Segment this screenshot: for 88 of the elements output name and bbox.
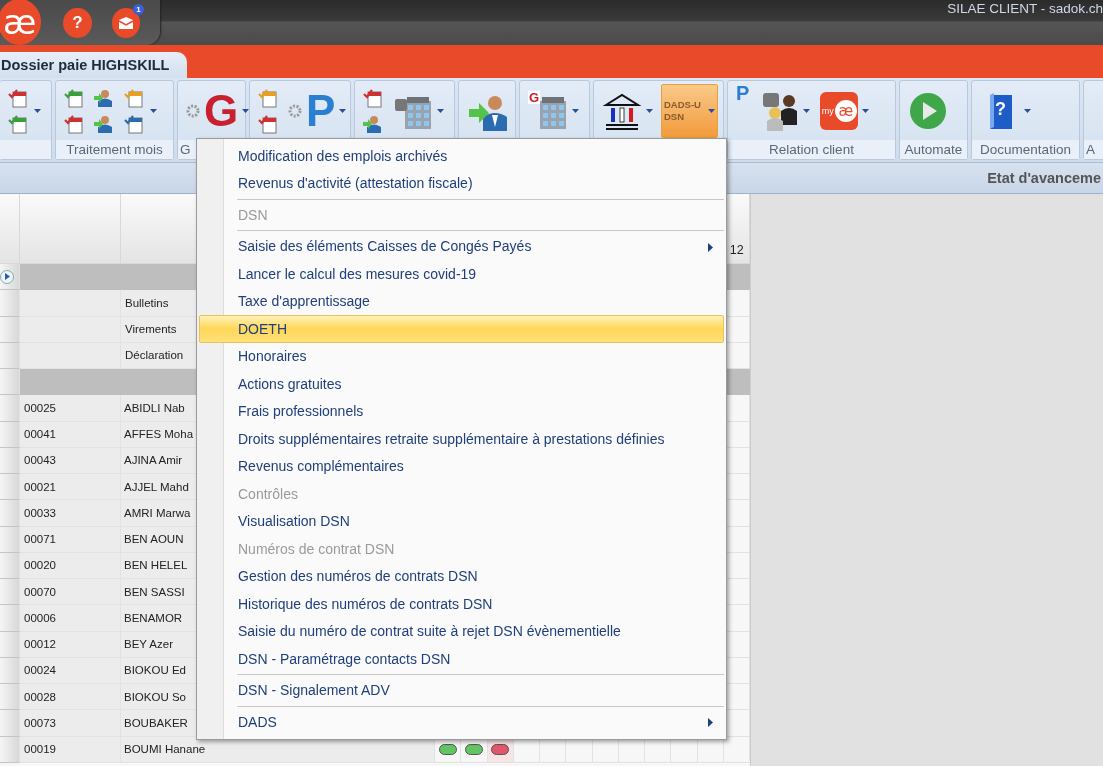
employee-code: 00033 xyxy=(20,500,121,527)
ribbon-button[interactable]: G xyxy=(184,86,252,135)
row-header-cell[interactable] xyxy=(0,290,20,317)
employee-code: 00019 xyxy=(20,736,121,763)
group-label-bar xyxy=(0,140,51,159)
row-header-cell[interactable] xyxy=(0,579,20,606)
ribbon-tool-button[interactable] xyxy=(64,87,84,108)
employee-code: 00012 xyxy=(20,631,121,658)
employee-code: 00043 xyxy=(20,447,121,474)
document-icon xyxy=(124,113,144,134)
group-label: Automate xyxy=(900,140,967,159)
ribbon-letter: G xyxy=(204,88,239,133)
row-header-cell[interactable] xyxy=(0,710,20,737)
group-label: Relation client xyxy=(728,140,895,159)
employee-code: 00025 xyxy=(20,395,121,422)
ribbon-tool-button[interactable] xyxy=(94,87,114,108)
employee-code: 00073 xyxy=(20,710,121,737)
notification-badge: 1 xyxy=(133,3,144,15)
ribbon-tool-button[interactable] xyxy=(64,113,84,134)
ribbon-letter: G xyxy=(528,90,541,104)
ribbon-button[interactable]: G xyxy=(526,88,581,133)
menu-item[interactable]: Lancer le calcul des mesures covid-19 xyxy=(199,260,724,288)
group-label: Documentation xyxy=(972,140,1079,159)
menu-item[interactable]: Actions gratuites xyxy=(199,370,724,398)
employee-code: 00006 xyxy=(20,605,121,632)
expand-arrow-icon xyxy=(4,273,10,281)
row-header-cell[interactable] xyxy=(0,316,20,343)
document-icon xyxy=(258,113,278,134)
question-mark: ? xyxy=(995,98,1006,120)
row-header-cell[interactable] xyxy=(0,631,20,658)
ribbon-tool-button[interactable] xyxy=(94,113,114,134)
row-header-cell[interactable] xyxy=(0,342,20,369)
employee-code: 00028 xyxy=(20,684,121,711)
menu-item[interactable]: Revenus d'activité (attestation fiscale) xyxy=(199,169,724,197)
window-title: SILAE CLIENT - sadok.ch xyxy=(947,0,1103,18)
document-tab[interactable]: Dossier paie HIGHSKILL xyxy=(0,52,188,78)
person-icon xyxy=(363,113,383,134)
row-header-cell[interactable] xyxy=(0,605,20,632)
person-icon xyxy=(94,87,114,108)
help-button[interactable]: ? xyxy=(63,7,92,38)
employee-code: 00041 xyxy=(20,421,121,448)
document-icon xyxy=(363,87,383,108)
employee-code: 00021 xyxy=(20,474,121,501)
menu-item[interactable]: Saisie des éléments Caisses de Congés Payés xyxy=(199,232,724,260)
app-logo[interactable]: æ xyxy=(0,0,42,45)
document-icon xyxy=(8,113,28,134)
row-header-cell[interactable] xyxy=(0,447,20,474)
employee-code: 00024 xyxy=(20,657,121,684)
row-header-cell[interactable] xyxy=(0,736,20,763)
panel-title: Etat d'avanceme xyxy=(987,170,1101,186)
row-header-cell[interactable] xyxy=(0,552,20,579)
menu-item[interactable]: DOETH xyxy=(199,315,724,343)
employee-code: 00020 xyxy=(20,552,121,579)
row-header-cell[interactable] xyxy=(0,264,20,291)
employee-code: 00070 xyxy=(20,579,121,606)
gear-icon xyxy=(186,103,200,118)
employee-code: 00071 xyxy=(20,526,121,553)
ribbon-letter: P xyxy=(306,88,336,133)
document-icon xyxy=(258,87,278,108)
ribbon-tool-button[interactable] xyxy=(363,113,383,134)
ribbon-button[interactable]: ? xyxy=(978,88,1033,133)
document-icon xyxy=(64,113,84,134)
document-icon xyxy=(64,87,84,108)
document-icon xyxy=(124,87,144,108)
group-label: A xyxy=(1084,140,1103,159)
document-icon xyxy=(8,87,28,108)
ribbon-tool-button[interactable] xyxy=(363,87,383,108)
envelope-icon xyxy=(117,15,134,30)
row-header-cell[interactable] xyxy=(0,395,20,422)
ribbon-tool-button[interactable] xyxy=(124,113,144,134)
row-header-cell[interactable] xyxy=(0,684,20,711)
menu-section-label: DSN xyxy=(237,205,269,225)
row-header-cell[interactable] xyxy=(0,474,20,501)
ribbon-tool-button[interactable] xyxy=(258,113,278,134)
row-header-cell[interactable] xyxy=(0,526,20,553)
row-header-cell[interactable] xyxy=(0,194,20,264)
ribbon-tool-button[interactable] xyxy=(8,87,28,108)
gear-icon xyxy=(288,103,302,118)
row-header-cell[interactable] xyxy=(0,657,20,684)
expand-button[interactable] xyxy=(0,269,14,284)
play-icon xyxy=(908,90,948,131)
ribbon-tool-button[interactable] xyxy=(258,87,278,108)
group-label: Traitement mois xyxy=(56,140,173,159)
row-header-cell[interactable] xyxy=(0,500,20,527)
row-header-cell[interactable] xyxy=(0,369,20,396)
row-header-cell[interactable] xyxy=(0,421,20,448)
ribbon-tool-button[interactable] xyxy=(8,113,28,134)
person-icon xyxy=(94,113,114,134)
